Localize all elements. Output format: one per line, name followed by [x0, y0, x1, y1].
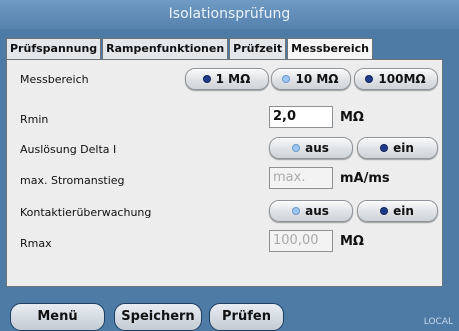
rmin-label: Rmin	[20, 113, 49, 126]
stromanstieg-input[interactable]: max.	[269, 167, 333, 189]
radio-selected-icon	[203, 76, 210, 82]
kontaktierung-aus-label: aus	[305, 204, 329, 218]
ausloesung-aus-button[interactable]: aus	[269, 137, 353, 159]
ausloesung-aus-label: aus	[305, 141, 329, 155]
radio-selected-icon	[381, 208, 388, 214]
rmax-label: Rmax	[20, 237, 52, 250]
ausloesung-label: Auslösung Delta I	[20, 143, 117, 156]
tab-messbereich[interactable]: Messbereich	[287, 38, 373, 61]
rmin-unit: MΩ	[340, 110, 364, 125]
radio-unselected-icon	[293, 145, 300, 151]
stromanstieg-label: max. Stromanstieg	[20, 174, 125, 187]
settings-panel: Messbereich 1 MΩ 10 MΩ 100MΩ Rmin 2,0 MΩ…	[6, 59, 443, 287]
range-1mohm-button[interactable]: 1 MΩ	[185, 68, 269, 90]
tab-pruefzeit[interactable]: Prüfzeit	[229, 38, 287, 59]
radio-unselected-icon	[293, 208, 300, 214]
kontaktierung-aus-button[interactable]: aus	[269, 200, 353, 222]
ausloesung-ein-button[interactable]: ein	[357, 137, 438, 159]
mode-indicator: LOCAL	[423, 317, 453, 327]
range-10mohm-label: 10 MΩ	[295, 72, 339, 86]
stromanstieg-unit: mA/ms	[340, 171, 390, 186]
window-title: Isolationsprüfung	[0, 0, 459, 29]
radio-unselected-icon	[283, 76, 290, 82]
range-1mohm-label: 1 MΩ	[215, 72, 251, 86]
kontaktierung-ein-label: ein	[393, 204, 414, 218]
range-100mohm-label: 100MΩ	[378, 72, 426, 86]
rmax-input[interactable]: 100,00	[269, 230, 333, 252]
ausloesung-ein-label: ein	[393, 141, 414, 155]
tab-rampenfunktionen[interactable]: Rampenfunktionen	[102, 38, 229, 59]
radio-marker-icon	[366, 76, 373, 82]
tab-bar: Prüfspannung Rampenfunktionen Prüfzeit M…	[6, 38, 374, 61]
kontaktierung-ein-button[interactable]: ein	[357, 200, 438, 222]
tab-pruefspannung[interactable]: Prüfspannung	[6, 38, 102, 59]
messbereich-label: Messbereich	[20, 73, 89, 86]
kontaktierung-label: Kontaktierüberwachung	[20, 206, 152, 219]
radio-selected-icon	[381, 145, 388, 151]
rmax-unit: MΩ	[340, 234, 364, 249]
rmin-input[interactable]: 2,0	[269, 106, 333, 128]
range-10mohm-button[interactable]: 10 MΩ	[271, 68, 351, 90]
range-100mohm-button[interactable]: 100MΩ	[354, 68, 438, 90]
